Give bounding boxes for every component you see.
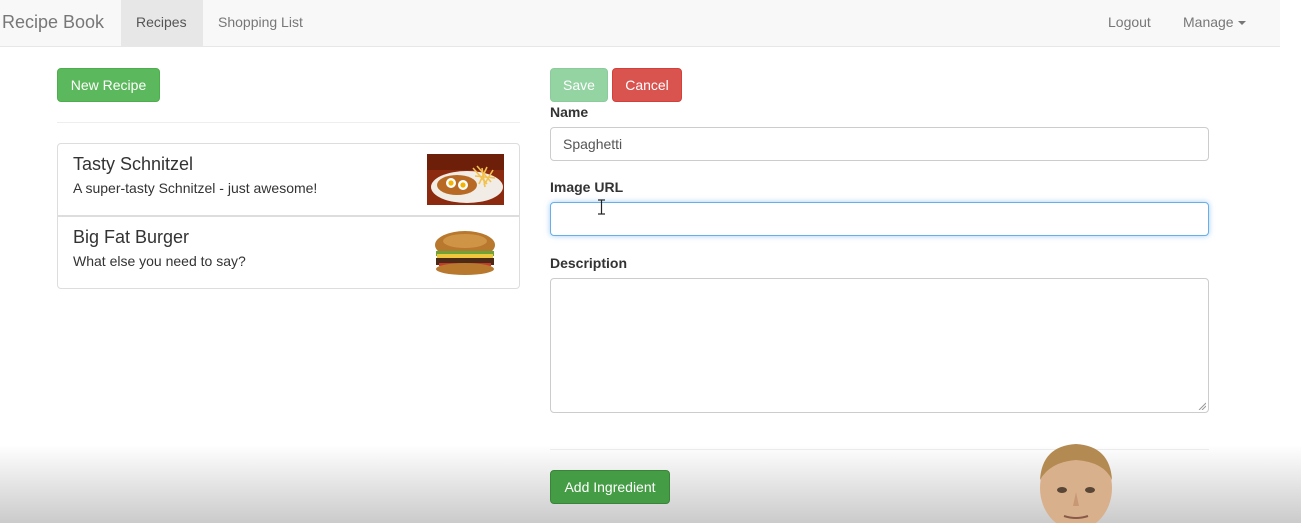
manage-label: Manage bbox=[1183, 14, 1234, 30]
description-textarea[interactable] bbox=[550, 278, 1209, 413]
save-button[interactable]: Save bbox=[550, 68, 608, 102]
nav-item-logout[interactable]: Logout bbox=[1093, 0, 1166, 46]
recipe-title: Big Fat Burger bbox=[73, 227, 190, 247]
cancel-button[interactable]: Cancel bbox=[612, 68, 682, 102]
text-cursor-icon bbox=[598, 199, 605, 215]
caret-down-icon bbox=[1237, 21, 1246, 26]
manage-dropdown[interactable]: Manage bbox=[1168, 0, 1261, 46]
add-ingredient-button[interactable]: Add Ingredient bbox=[550, 470, 670, 504]
recipe-title: Tasty Schnitzel bbox=[73, 154, 194, 174]
nav-item-shopping-list[interactable]: Shopping List bbox=[203, 0, 318, 46]
burger-image bbox=[427, 227, 504, 278]
right-edge-strip bbox=[1280, 0, 1301, 523]
nav-item-recipes[interactable]: Recipes bbox=[121, 0, 203, 46]
recipe-item-tasty-schnitzel[interactable]: Tasty Schnitzel A super-tasty Schnitzel … bbox=[57, 143, 520, 216]
image-url-input[interactable] bbox=[550, 202, 1209, 236]
image-url-label: Image URL bbox=[550, 179, 624, 195]
new-recipe-button[interactable]: New Recipe bbox=[57, 68, 160, 102]
description-label: Description bbox=[550, 255, 628, 271]
presenter-webcam bbox=[1040, 444, 1112, 523]
name-input[interactable]: Spaghetti bbox=[550, 127, 1209, 161]
divider bbox=[57, 122, 520, 123]
navbar: Recipe Book Recipes Shopping List Logout… bbox=[0, 0, 1280, 47]
brand-link[interactable]: Recipe Book bbox=[2, 0, 104, 46]
schnitzel-image bbox=[427, 154, 504, 205]
recipe-description: What else you need to say? bbox=[73, 253, 246, 269]
recipe-description: A super-tasty Schnitzel - just awesome! bbox=[73, 180, 318, 196]
name-label: Name bbox=[550, 104, 589, 120]
resize-handle-icon[interactable] bbox=[1198, 402, 1206, 410]
recipe-item-big-fat-burger[interactable]: Big Fat Burger What else you need to say… bbox=[57, 216, 520, 289]
